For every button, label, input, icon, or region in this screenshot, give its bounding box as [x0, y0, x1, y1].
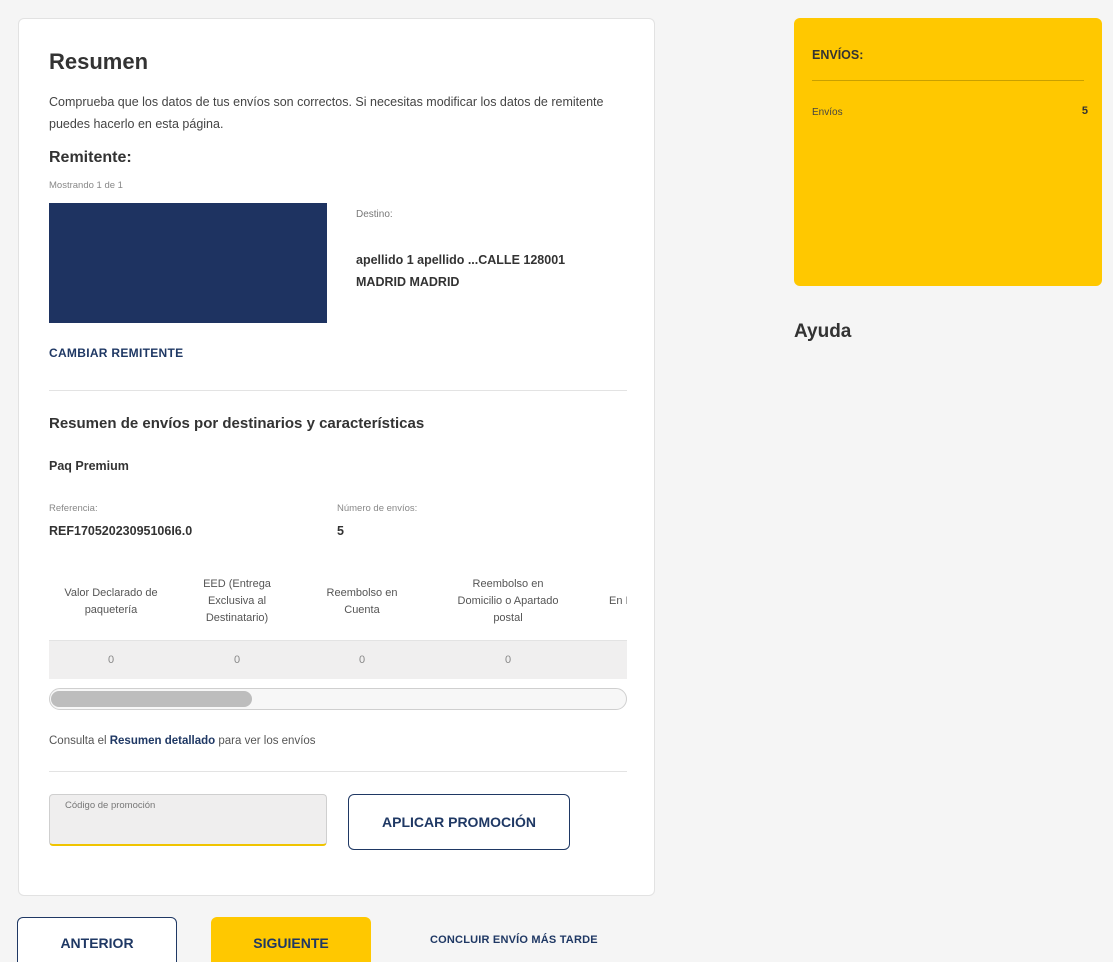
change-sender-link[interactable]: CAMBIAR REMITENTE	[49, 346, 183, 360]
column-header: Reembolso en Domicilio o Apartado postal	[457, 578, 559, 624]
horizontal-scrollbar[interactable]	[49, 688, 627, 710]
note-suffix: para ver los envíos	[215, 735, 316, 747]
intro-text: Comprueba que los datos de tus envíos so…	[49, 95, 604, 131]
shipments-count: 5	[1081, 105, 1088, 117]
detailed-summary-link[interactable]: Resumen detallado	[110, 735, 215, 747]
divider	[812, 80, 1084, 81]
shipments-summary-panel: ENVÍOS: Envíos 5	[794, 18, 1102, 286]
table-row: 0 0 0 0	[49, 640, 627, 679]
column-header: En I	[609, 595, 627, 607]
reference-value: REF17052023095106I6.0	[49, 524, 193, 538]
destination-label: Destino:	[356, 209, 393, 220]
note-prefix: Consulta el	[49, 735, 110, 747]
help-heading: Ayuda	[794, 321, 852, 342]
table-cell: 0	[107, 654, 115, 666]
shipments-count-label: Número de envíos:	[337, 503, 418, 514]
column-header: EED (Entrega Exclusiva al Destinatario)	[203, 578, 271, 624]
table-header: Valor Declarado de paquetería EED (Entre…	[49, 564, 627, 639]
reference-label: Referencia:	[49, 503, 98, 514]
table-cell: 0	[504, 654, 512, 666]
previous-button[interactable]: ANTERIOR	[17, 917, 177, 962]
destination-value: apellido 1 apellido ...CALLE 128001 MADR…	[356, 253, 566, 289]
promo-code-placeholder: Código de promoción	[65, 800, 156, 811]
shipments-panel-title: ENVÍOS:	[812, 48, 864, 62]
showing-count: Mostrando 1 de 1	[49, 180, 123, 191]
column-header: Reembolso en Cuenta	[326, 586, 398, 616]
shipments-table: Valor Declarado de paquetería EED (Entre…	[49, 564, 627, 716]
product-name: Paq Premium	[49, 459, 129, 473]
detail-summary-note: Consulta el Resumen detallado para ver l…	[49, 735, 316, 747]
next-button[interactable]: SIGUIENTE	[211, 917, 371, 962]
sender-heading: Remitente:	[49, 149, 132, 166]
scrollbar-thumb[interactable]	[51, 691, 252, 707]
shipments-label: Envíos	[812, 107, 843, 118]
apply-promo-button[interactable]: APLICAR PROMOCIÓN	[348, 794, 570, 850]
page: Resumen Comprueba que los datos de tus e…	[0, 0, 1113, 962]
table-cell: 0	[358, 654, 366, 666]
shipments-count-value: 5	[337, 524, 344, 538]
finish-later-link[interactable]: CONCLUIR ENVÍO MÁS TARDE	[430, 934, 598, 946]
summary-card: Resumen Comprueba que los datos de tus e…	[18, 18, 655, 896]
column-header: Valor Declarado de paquetería	[64, 586, 158, 616]
promo-code-input[interactable]: Código de promoción	[49, 794, 327, 846]
page-title: Resumen	[49, 49, 149, 74]
divider	[49, 771, 627, 772]
sender-info-redacted	[49, 203, 327, 323]
table-cell: 0	[233, 654, 241, 666]
divider	[49, 390, 627, 391]
section-title: Resumen de envíos por destinarios y cara…	[49, 415, 425, 432]
